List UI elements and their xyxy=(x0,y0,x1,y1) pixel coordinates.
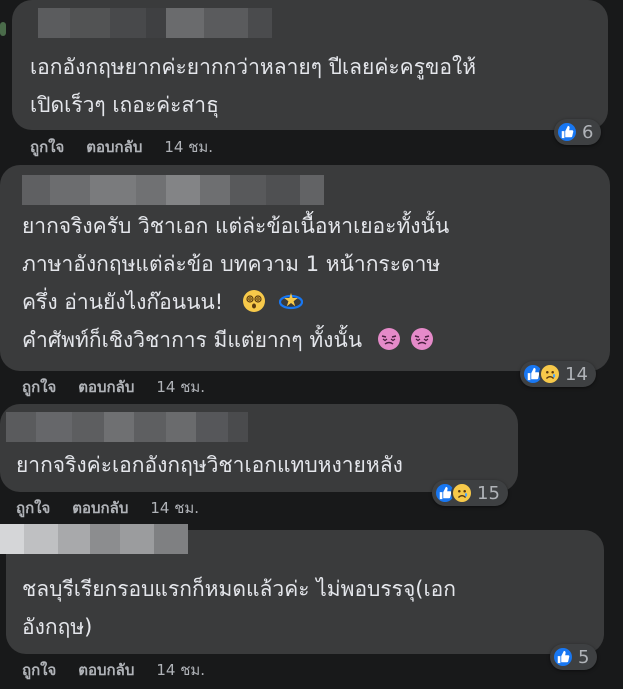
dizzy-star-icon xyxy=(278,293,303,310)
comment-actions: ถูกใจ ตอบกลับ 14 ชม. xyxy=(30,137,213,157)
comment-text-line: เปิดเร็วๆ เถอะค่ะสาธุ xyxy=(30,93,219,117)
comment-text: คำศัพท์ก็เชิงวิชาการ มีแต่ยากๆ ทั้งนั้น xyxy=(22,328,363,352)
reaction-summary[interactable]: 6 xyxy=(554,119,602,145)
reaction-count: 14 xyxy=(565,363,588,385)
comment-actions: ถูกใจ ตอบกลับ 14 ชม. xyxy=(22,377,205,397)
comment-timestamp[interactable]: 14 ชม. xyxy=(156,660,205,680)
reply-button[interactable]: ตอบกลับ xyxy=(78,377,134,397)
dizzy-face-icon xyxy=(242,290,265,312)
like-button[interactable]: ถูกใจ xyxy=(22,660,56,680)
reply-button[interactable]: ตอบกลับ xyxy=(78,660,134,680)
like-icon xyxy=(552,646,574,668)
reaction-count: 6 xyxy=(582,121,594,143)
like-button[interactable]: ถูกใจ xyxy=(22,377,56,397)
comment-text-line: อังกฤษ) xyxy=(22,615,93,639)
comment-text-line: เอกอังกฤษยากค่ะยากกว่าหลายๆ ปีเลยค่ะครูข… xyxy=(30,55,477,79)
reaction-count: 5 xyxy=(578,646,590,668)
reaction-summary[interactable]: 15 xyxy=(432,480,508,506)
reply-button[interactable]: ตอบกลับ xyxy=(86,137,142,157)
comment-text-line: ชลบุรีเรียกรอบแรกก็หมดแล้วค่ะ ไม่พอบรรจุ… xyxy=(22,577,456,601)
reaction-summary[interactable]: 5 xyxy=(550,644,598,670)
comment-actions: ถูกใจ ตอบกลับ 14 ชม. xyxy=(16,498,199,518)
sad-icon xyxy=(539,363,561,385)
comment-timestamp[interactable]: 14 ชม. xyxy=(164,137,213,157)
reaction-count: 15 xyxy=(477,482,500,504)
comment-text-line: ภาษาอังกฤษแต่ล่ะข้อ บทความ 1 หน้ากระดาษ xyxy=(22,252,441,276)
like-icon xyxy=(556,121,578,143)
comment-text-line-with-emoji: คำศัพท์ก็เชิงวิชาการ มีแต่ยากๆ ทั้งนั้น xyxy=(22,321,434,359)
commenter-name-blurred[interactable] xyxy=(6,412,248,442)
comment-text: ครึ่ง อ่านยังไงก๊อนนน! xyxy=(22,290,224,314)
reply-button[interactable]: ตอบกลับ xyxy=(72,498,128,518)
woozy-face-icon xyxy=(410,328,433,350)
commenter-name-blurred[interactable] xyxy=(0,524,188,554)
commenter-name-blurred[interactable] xyxy=(38,8,272,38)
comment-text-line-with-emoji: ครึ่ง อ่านยังไงก๊อนนน! xyxy=(22,283,303,321)
comment-timestamp[interactable]: 14 ชม. xyxy=(156,377,205,397)
sad-icon xyxy=(451,482,473,504)
like-button[interactable]: ถูกใจ xyxy=(30,137,64,157)
like-button[interactable]: ถูกใจ xyxy=(16,498,50,518)
woozy-face-icon xyxy=(377,328,400,350)
reaction-summary[interactable]: 14 xyxy=(520,361,596,387)
comment-text-line: ยากจริงค่ะเอกอังกฤษวิชาเอกแทบหงายหลัง xyxy=(16,453,403,477)
comment-timestamp[interactable]: 14 ชม. xyxy=(150,498,199,518)
comment-actions: ถูกใจ ตอบกลับ 14 ชม. xyxy=(22,660,205,680)
comment-thread: เอกอังกฤษยากค่ะยากกว่าหลายๆ ปีเลยค่ะครูข… xyxy=(0,0,623,689)
commenter-name-blurred[interactable] xyxy=(22,175,324,205)
thread-indicator xyxy=(0,22,6,36)
comment-text-line: ยากจริงครับ วิชาเอก แต่ล่ะข้อเนื้อหาเยอะ… xyxy=(22,214,450,238)
